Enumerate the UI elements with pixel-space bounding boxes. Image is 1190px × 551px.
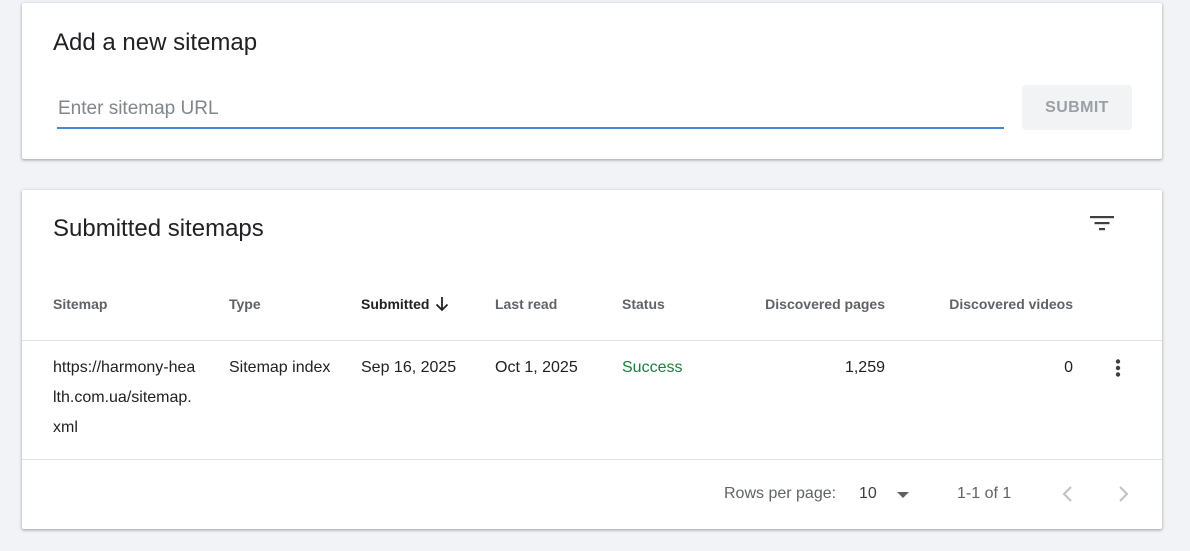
submitted-sitemaps-title: Submitted sitemaps bbox=[53, 215, 264, 242]
sitemap-url-input[interactable] bbox=[57, 91, 1004, 129]
row-type: Sitemap index bbox=[229, 359, 331, 376]
column-header-submitted-label: Submitted bbox=[361, 296, 430, 312]
row-sitemap-url[interactable]: https://harmony-health.com.ua/sitemap.xm… bbox=[53, 353, 198, 443]
header-divider bbox=[22, 340, 1162, 341]
add-sitemap-card: Add a new sitemap SUBMIT bbox=[22, 3, 1162, 159]
rows-per-page-select[interactable]: 10 bbox=[852, 482, 914, 508]
footer-divider bbox=[22, 459, 1162, 460]
row-discovered-videos: 0 bbox=[1064, 359, 1073, 376]
column-header-last-read[interactable]: Last read bbox=[495, 296, 557, 312]
column-header-discovered-pages[interactable]: Discovered pages bbox=[722, 296, 885, 312]
caret-down-icon bbox=[897, 492, 909, 498]
rows-per-page-value: 10 bbox=[859, 485, 877, 502]
row-status: Success bbox=[622, 359, 683, 376]
more-vert-icon bbox=[1115, 359, 1121, 377]
chevron-right-icon bbox=[1119, 486, 1129, 502]
arrow-down-icon bbox=[435, 296, 449, 315]
row-more-button[interactable] bbox=[1106, 356, 1130, 380]
column-header-submitted[interactable]: Submitted bbox=[361, 296, 449, 315]
filter-list-icon bbox=[1090, 216, 1114, 231]
rows-per-page-label: Rows per page: bbox=[724, 485, 837, 502]
filter-button[interactable] bbox=[1086, 212, 1118, 238]
add-sitemap-title: Add a new sitemap bbox=[53, 29, 258, 56]
column-header-type[interactable]: Type bbox=[229, 296, 261, 312]
row-discovered-pages: 1,259 bbox=[844, 359, 885, 376]
next-page-button[interactable] bbox=[1111, 482, 1135, 506]
row-last-read-date: Oct 1, 2025 bbox=[495, 359, 578, 376]
row-submitted-date: Sep 16, 2025 bbox=[361, 359, 457, 376]
chevron-left-icon bbox=[1062, 486, 1072, 502]
column-header-sitemap[interactable]: Sitemap bbox=[53, 296, 107, 312]
column-header-status[interactable]: Status bbox=[622, 296, 665, 312]
column-header-discovered-videos[interactable]: Discovered videos bbox=[902, 296, 1073, 312]
submitted-sitemaps-card: Submitted sitemaps Sitemap Type Submitte… bbox=[22, 190, 1162, 529]
previous-page-button[interactable] bbox=[1056, 482, 1080, 506]
submit-button[interactable]: SUBMIT bbox=[1022, 85, 1132, 130]
pagination-range: 1-1 of 1 bbox=[957, 485, 1012, 502]
